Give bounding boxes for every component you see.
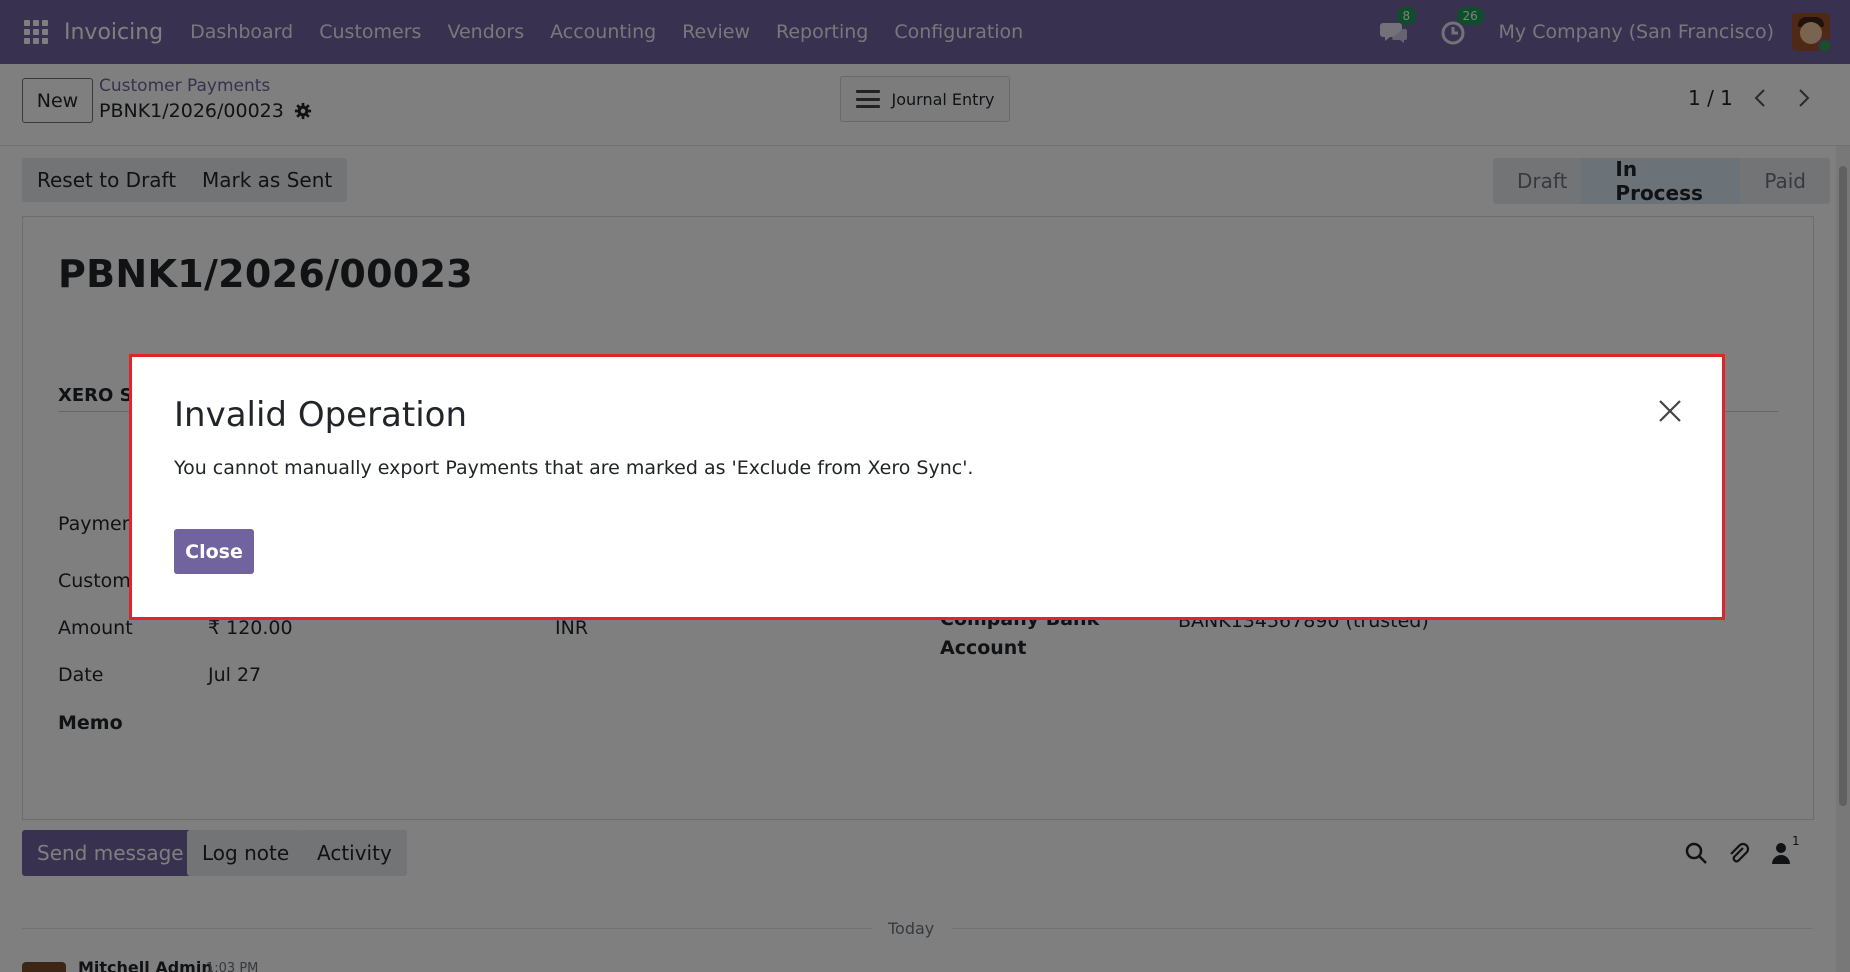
invalid-operation-dialog: Invalid Operation You cannot manually ex… — [130, 355, 1724, 619]
dialog-title: Invalid Operation — [174, 395, 468, 435]
close-icon[interactable] — [1658, 399, 1682, 423]
close-button[interactable]: Close — [174, 529, 254, 574]
dialog-message: You cannot manually export Payments that… — [174, 457, 974, 479]
